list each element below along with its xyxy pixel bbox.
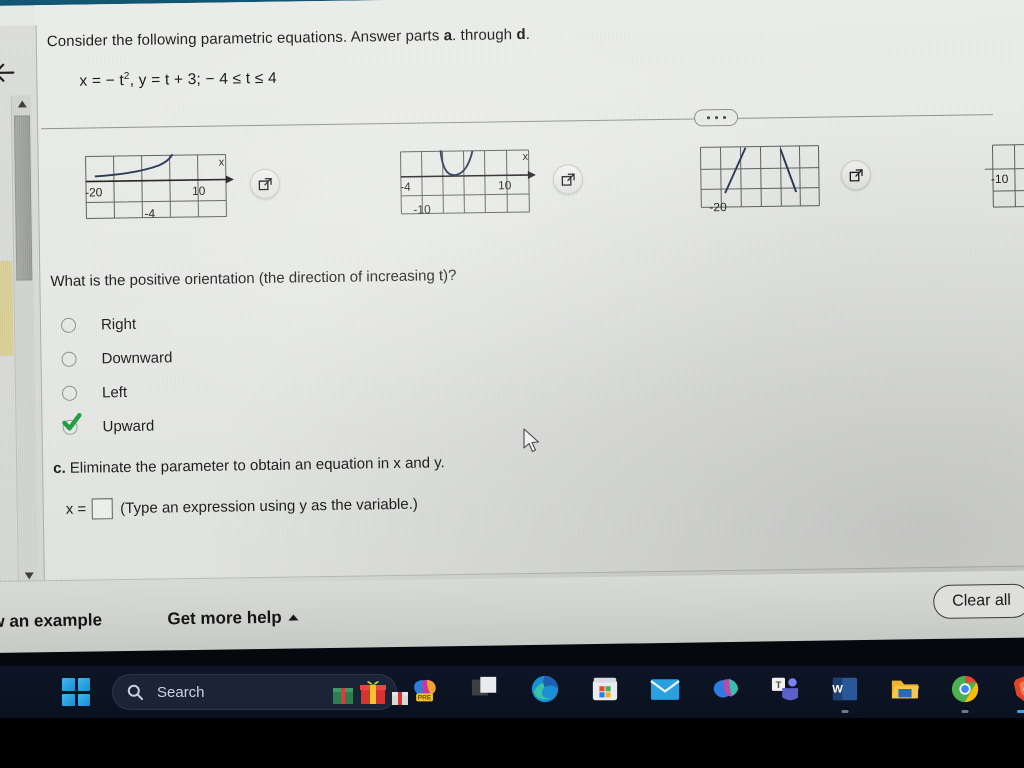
svg-text:-10: -10 [413, 203, 431, 217]
answer-hint: (Type an expression using y as the varia… [120, 495, 418, 518]
prompt-text-end: . [525, 25, 531, 43]
word-icon[interactable]: W [828, 672, 862, 713]
problem-prompt: Consider the following parametric equati… [47, 18, 1024, 50]
back-arrow-icon[interactable] [0, 55, 24, 90]
scrollbar-thumb[interactable] [13, 115, 33, 281]
copilot-icon[interactable] [708, 672, 742, 706]
svg-text:-20: -20 [85, 185, 103, 199]
option-upward-label: Upward [102, 417, 155, 435]
prompt-text-before: Consider the following parametric equati… [46, 27, 444, 51]
svg-text:-20: -20 [709, 200, 727, 213]
caret-up-icon [288, 614, 299, 621]
chrome-icon[interactable] [948, 672, 982, 713]
orientation-question: What is the positive orientation (the di… [50, 267, 457, 291]
graph-choice-c[interactable]: -20 [696, 139, 872, 214]
mail-icon[interactable] [648, 672, 682, 706]
dot-1 [706, 116, 710, 120]
taskbar-pinned-icons: PRE T W [408, 672, 1024, 713]
task-view-icon[interactable] [468, 672, 502, 706]
chrome-active-indicator [961, 710, 969, 713]
search-placeholder: Search [157, 683, 205, 701]
part-c-letter: c. [53, 460, 66, 478]
svg-text:W: W [832, 684, 843, 696]
answer-input-box[interactable] [92, 498, 114, 520]
brave-active-indicator [1017, 710, 1024, 713]
graph-b-thumbnail: -4 10 -10 x [396, 144, 539, 218]
divider-line [41, 114, 994, 130]
graph-a-expand-button[interactable] [249, 168, 281, 200]
answer-options: Right Downward Left Upward [51, 294, 1024, 445]
part-c-text: Eliminate the parameter to obtain an equ… [65, 454, 445, 478]
copilot-pre-icon[interactable]: PRE [408, 672, 442, 706]
screen-photo: Consider the following parametric equati… [0, 0, 1024, 768]
windows-start-icon[interactable] [62, 678, 90, 706]
tilted-screen-content: Consider the following parametric equati… [0, 0, 1024, 686]
scroll-up-arrow-icon[interactable] [12, 95, 32, 111]
brave-browser-icon[interactable] [1008, 672, 1024, 713]
svg-text:PRE: PRE [418, 695, 432, 702]
graph-b-expand-button[interactable] [552, 164, 584, 195]
svg-text:x: x [219, 157, 225, 169]
radio-right[interactable] [60, 317, 77, 333]
dot-2 [714, 116, 718, 120]
answer-prefix: x = [65, 500, 87, 519]
start-pane-2 [77, 678, 90, 691]
start-pane-1 [62, 678, 75, 691]
equation-x-part: x = − t [79, 72, 125, 90]
option-right-label: Right [100, 315, 137, 333]
graph-choice-b[interactable]: -4 10 -10 x [396, 143, 584, 218]
graph-choice-d[interactable]: -10 [976, 137, 1024, 210]
microsoft-store-icon[interactable] [588, 672, 622, 706]
svg-text:T: T [776, 680, 782, 690]
mouse-cursor [523, 428, 541, 454]
graph-choice-a[interactable]: -20 10 -4 x [80, 148, 281, 223]
option-left-label: Left [101, 383, 128, 401]
section-divider [41, 105, 994, 137]
graph-d-thumbnail: -10 [976, 137, 1024, 210]
dot-3 [722, 116, 726, 120]
get-more-help-button[interactable]: Get more help [167, 607, 299, 629]
word-active-indicator [841, 710, 849, 713]
prompt-text-middle: . through [451, 26, 517, 45]
radio-left[interactable] [61, 385, 78, 401]
svg-text:-10: -10 [991, 172, 1009, 186]
option-downward-label: Downward [101, 348, 173, 367]
svg-text:-4: -4 [144, 207, 155, 221]
get-more-help-label: Get more help [167, 607, 282, 629]
graph-choices-row: -20 10 -4 x -4 10 -10 x -20 -10 [48, 137, 1024, 240]
svg-text:-4: -4 [400, 180, 411, 194]
svg-text:x: x [523, 151, 529, 163]
clear-all-button[interactable]: Clear all [932, 583, 1024, 620]
start-pane-4 [77, 693, 90, 706]
graph-c-thumbnail: -20 [696, 140, 827, 214]
start-pane-3 [62, 693, 75, 706]
homework-page: Consider the following parametric equati… [0, 0, 1024, 653]
prompt-part-d: d [516, 25, 526, 44]
green-check-icon [60, 411, 82, 433]
equation-rest: , y = t + 3; − 4 ≤ t ≤ 4 [129, 69, 277, 90]
more-options-button[interactable] [693, 109, 739, 127]
radio-downward[interactable] [61, 351, 77, 367]
edge-browser-icon[interactable] [528, 672, 562, 706]
search-icon [127, 684, 143, 700]
sticky-note-patch [0, 260, 14, 356]
file-explorer-icon[interactable] [888, 672, 922, 706]
parametric-equation: x = − t2, y = t + 3; − 4 ≤ t ≤ 4 [79, 57, 1024, 90]
graph-a-thumbnail: -20 10 -4 x [80, 148, 236, 222]
view-example-button[interactable]: w an example [0, 610, 102, 632]
bottom-toolbar: w an example Get more help Clear all [0, 565, 1024, 653]
teams-icon[interactable]: T [768, 672, 802, 706]
radio-upward[interactable] [62, 412, 82, 435]
screen-bottom-black [0, 718, 1024, 768]
windows-taskbar: Search PRE T W [0, 666, 1024, 718]
gift-icon[interactable] [330, 676, 410, 706]
graph-c-expand-button[interactable] [840, 160, 872, 191]
svg-text:10: 10 [498, 178, 512, 192]
svg-text:10: 10 [192, 184, 206, 198]
